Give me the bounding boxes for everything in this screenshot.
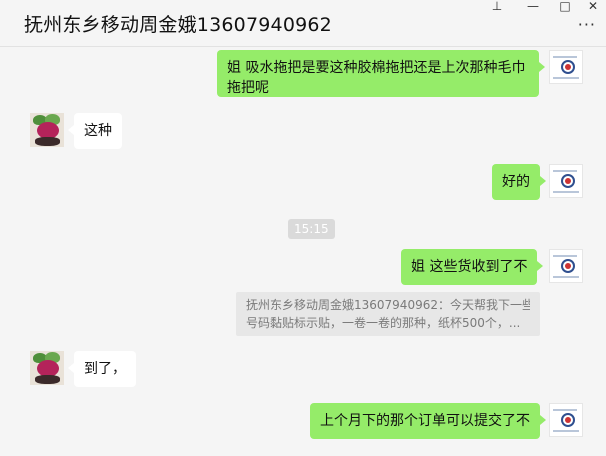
message-bubble-incoming[interactable]: 这种 [68,113,122,149]
timestamp: 15:15 [288,219,335,239]
pin-icon[interactable]: ⊥ [484,0,510,14]
my-avatar[interactable] [549,403,583,437]
title-bar: 抚州东乡移动周金娥13607940962 ⊥ — □ ✕ ··· [0,0,606,47]
message-bubble-outgoing[interactable]: 姐 吸水拖把是要这种胶棉拖把还是上次那种毛巾拖把呢 [217,50,545,97]
my-avatar[interactable] [549,249,583,283]
message-bubble-outgoing[interactable]: 上个月下的那个订单可以提交了不 [310,403,546,439]
my-avatar[interactable] [549,50,583,84]
chat-title: 抚州东乡移动周金娥13607940962 [24,14,332,36]
quoted-message[interactable]: 抚州东乡移动周金娥13607940962：今天帮我下一些 号码黏贴标示贴，一卷一… [236,292,540,336]
more-options-icon[interactable]: ··· [578,17,596,33]
message-text: 姐 吸水拖把是要这种胶棉拖把还是上次那种毛巾拖把呢 [227,60,526,96]
message-bubble-incoming[interactable]: 到了， [68,351,136,387]
quote-line-1: 抚州东乡移动周金娥13607940962：今天帮我下一些 [246,298,530,312]
quote-line-2: 号码黏贴标示贴，一卷一卷的那种，纸杯500个，... [246,316,521,330]
chat-message-area[interactable]: 姐 吸水拖把是要这种胶棉拖把还是上次那种毛巾拖把呢 这种 好的 15:15 姐 … [0,47,606,456]
message-bubble-outgoing[interactable]: 好的 [492,164,546,200]
contact-avatar[interactable] [30,113,64,147]
close-button[interactable]: ✕ [580,0,606,14]
message-bubble-outgoing[interactable]: 姐 这些货收到了不 [401,249,544,285]
contact-avatar[interactable] [30,351,64,385]
message-text: 这种 [84,123,112,139]
my-avatar[interactable] [549,164,583,198]
message-text: 好的 [502,174,530,190]
maximize-button[interactable]: □ [552,0,578,14]
message-text: 到了， [84,361,126,377]
message-text: 姐 这些货收到了不 [411,259,528,275]
message-text: 上个月下的那个订单可以提交了不 [320,413,530,429]
minimize-button[interactable]: — [520,0,546,14]
